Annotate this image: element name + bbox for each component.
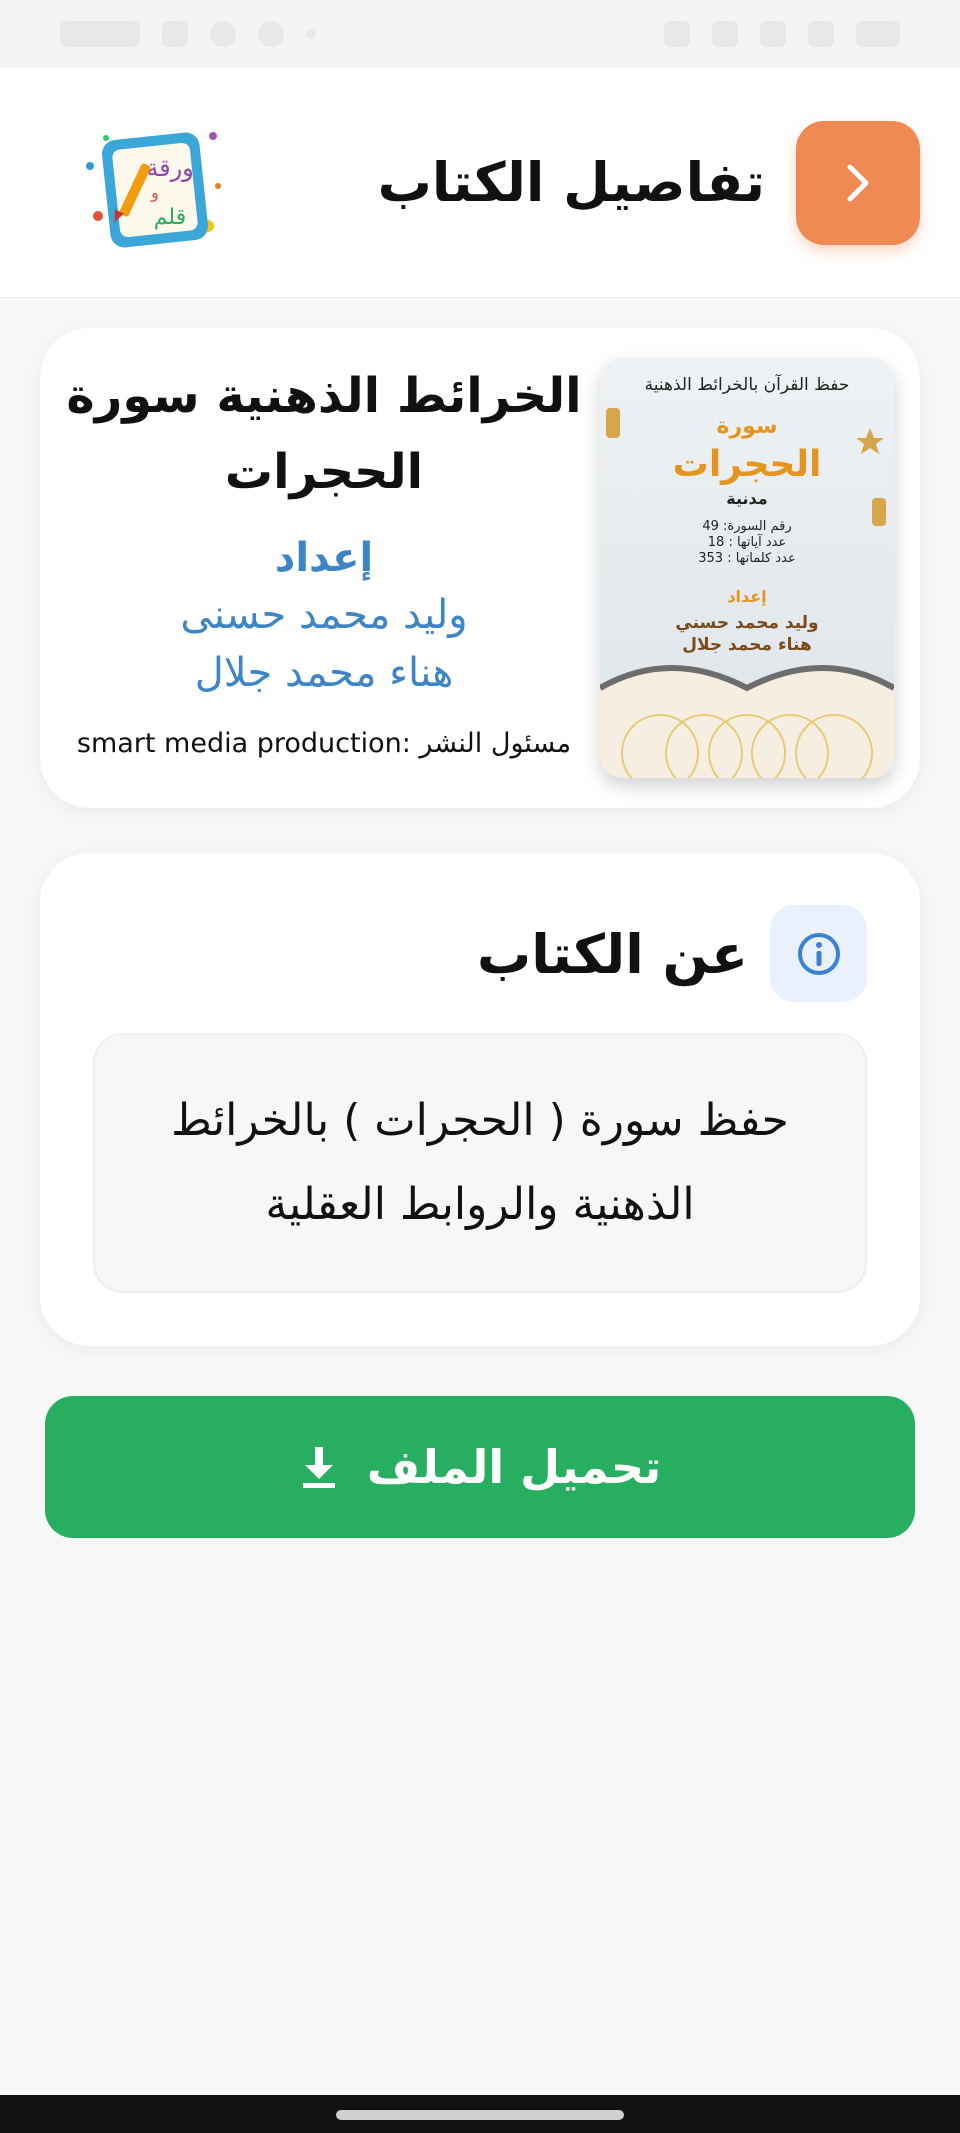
home-gesture-handle[interactable] [336, 2110, 624, 2120]
cover-author: وليد محمد حسني [675, 613, 818, 633]
about-title: عن الكتاب [476, 923, 748, 986]
author-name: هناء محمد جلال [194, 650, 454, 696]
description-box: حفظ سورة ( الحجرات ) بالخرائط الذهنية وا… [93, 1033, 867, 1293]
app-logo: ورقة و قلم [78, 116, 228, 256]
about-card: عن الكتاب حفظ سورة ( الحجرات ) بالخرائط … [40, 853, 920, 1346]
book-title: الخرائط الذهنية سورة الحجرات [66, 368, 582, 500]
cover-author: هناء محمد جلال [682, 635, 812, 655]
cover-prep-label: إعداد [727, 587, 766, 606]
cover-surah-name: الحجرات [673, 444, 822, 485]
info-badge [770, 905, 867, 1002]
status-bar [0, 0, 960, 68]
signal-icon [808, 21, 834, 47]
chat-notification-icon [210, 21, 236, 47]
whatsapp-notification-icon [258, 21, 284, 47]
status-time-placeholder [60, 21, 140, 47]
sim-icon [664, 21, 690, 47]
author-name: وليد محمد حسنى [180, 592, 468, 638]
mute-icon [712, 21, 738, 47]
wifi-icon [760, 21, 786, 47]
cover-top-text: حفظ القرآن بالخرائط الذهنية [645, 373, 850, 395]
prep-label: إعداد [274, 535, 374, 581]
info-icon [797, 932, 840, 975]
book-card[interactable]: حفظ القرآن بالخرائط الذهنية سورة الحجرات… [40, 328, 920, 808]
svg-text:و: و [150, 183, 159, 203]
book-cover: حفظ القرآن بالخرائط الذهنية سورة الحجرات… [600, 358, 894, 778]
cover-info-line: رقم السورة: 49 [702, 519, 791, 534]
system-nav-bar [0, 2095, 960, 2133]
cover-info-line: عدد آياتها : 18 [708, 533, 786, 550]
more-notifications-icon [306, 29, 316, 39]
logo-text: ورقة [146, 154, 194, 182]
download-label: تحميل الملف [366, 1440, 662, 1494]
publisher-text: مسئول النشر :smart media production [76, 728, 572, 759]
download-button[interactable]: تحميل الملف [45, 1396, 915, 1538]
gallery-notification-icon [162, 21, 188, 47]
page-title: تفاصيل الكتاب [377, 151, 765, 214]
book-description: حفظ سورة ( الحجرات ) بالخرائط الذهنية وا… [171, 1095, 789, 1230]
app-header: تفاصيل الكتاب ورقة و قلم [0, 68, 960, 298]
status-left [60, 21, 316, 47]
svg-text:قلم: قلم [154, 205, 186, 230]
cover-info-line: عدد كلماتها : 353 [698, 551, 796, 566]
cover-surah-label: سورة [716, 414, 777, 439]
back-button[interactable] [796, 121, 920, 245]
status-right [664, 21, 900, 47]
cover-type: مدنية [726, 489, 767, 508]
chevron-right-icon [847, 164, 869, 202]
battery-icon [856, 21, 900, 47]
download-icon [302, 1447, 335, 1488]
